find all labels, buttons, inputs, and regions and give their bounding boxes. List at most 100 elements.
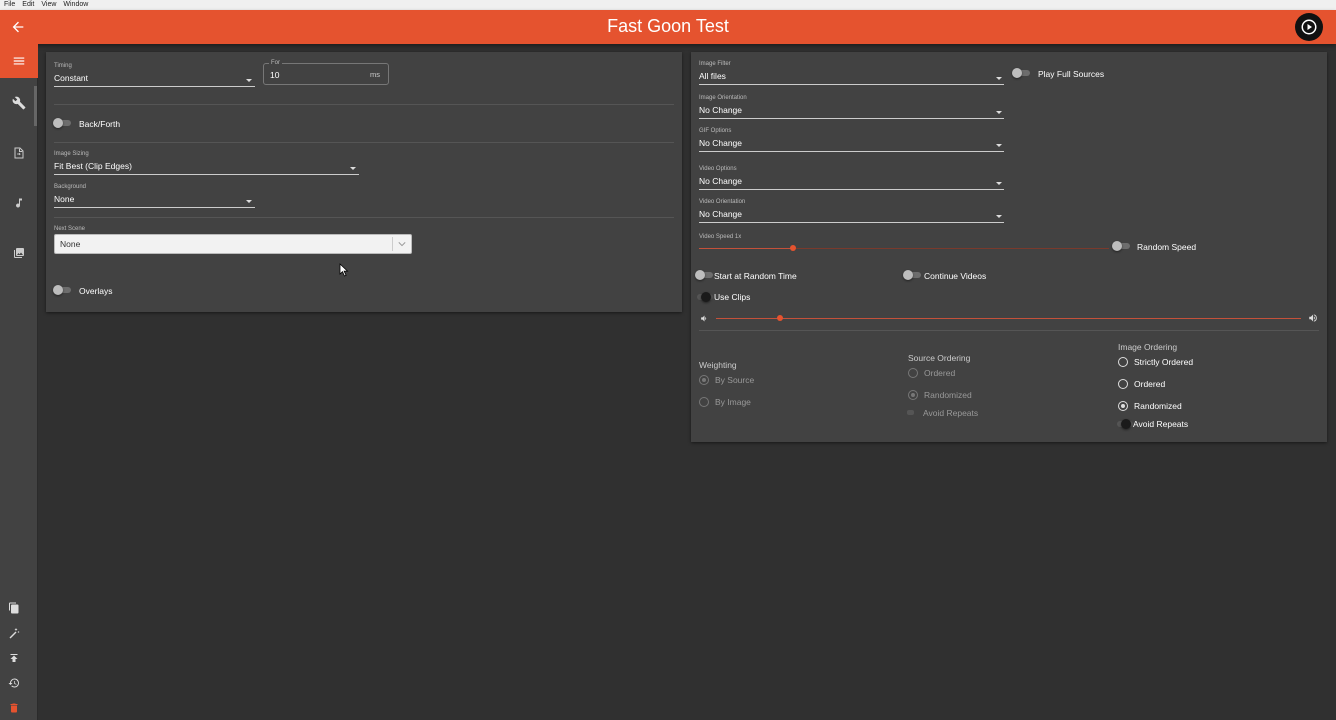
weighting-title: Weighting	[699, 360, 737, 370]
next-scene-select[interactable]: None	[54, 234, 412, 254]
nav-library[interactable]	[0, 238, 38, 268]
history-icon	[8, 678, 19, 688]
image-orientation-dropdown-icon	[996, 111, 1002, 114]
background-select[interactable]: None	[54, 191, 255, 208]
image-orientation-select[interactable]: No Change	[699, 102, 1004, 119]
menu-view[interactable]: View	[41, 0, 56, 10]
source-avoid-repeats-toggle[interactable]	[907, 410, 914, 415]
side-drawer	[0, 44, 38, 720]
gif-options-select[interactable]: No Change	[699, 135, 1004, 152]
video-options-label: Video Options	[699, 166, 737, 172]
weighting-by-image-label: By Image	[715, 397, 751, 407]
video-speed-thumb[interactable]	[790, 245, 797, 251]
for-label: For	[269, 60, 282, 66]
image-avoid-repeats-toggle[interactable]	[1115, 419, 1135, 429]
copy-icon	[9, 602, 19, 614]
nav-options[interactable]	[0, 88, 38, 118]
image-sizing-label: Image Sizing	[54, 151, 89, 157]
volume-track	[716, 318, 1301, 319]
chevron-down-icon	[398, 242, 406, 247]
continue-videos-label: Continue Videos	[924, 271, 987, 281]
random-speed-toggle[interactable]	[1112, 241, 1132, 251]
divider	[54, 217, 674, 218]
next-scene-separator	[392, 237, 393, 251]
for-unit: ms	[370, 70, 380, 79]
image-sizing-dropdown-icon	[350, 167, 356, 170]
gif-options-dropdown-icon	[996, 144, 1002, 147]
weighting-by-image-radio[interactable]	[699, 397, 709, 407]
image-ordering-ordered-label: Ordered	[1134, 379, 1166, 389]
app-bar: Fast Goon Test	[0, 10, 1336, 44]
page-title: Fast Goon Test	[607, 16, 729, 36]
divider	[54, 142, 674, 143]
divider	[699, 330, 1319, 331]
delete-button[interactable]	[6, 700, 22, 716]
video-orientation-value: No Change	[699, 209, 743, 219]
timing-value: Constant	[54, 73, 89, 83]
use-clips-toggle[interactable]	[695, 292, 715, 302]
back-forth-toggle[interactable]	[53, 118, 73, 128]
use-clips-label: Use Clips	[714, 292, 751, 302]
play-button[interactable]	[1295, 13, 1323, 41]
image-filter-label: Image Filter	[699, 61, 731, 67]
video-orientation-label: Video Orientation	[699, 199, 746, 205]
image-ordering-title: Image Ordering	[1118, 342, 1178, 352]
next-scene-value: None	[60, 239, 81, 249]
volume-slider[interactable]	[716, 314, 1301, 322]
next-scene-label: Next Scene	[54, 226, 86, 232]
image-avoid-repeats-label: Avoid Repeats	[1133, 419, 1189, 429]
video-options-underline	[699, 189, 1004, 190]
continue-videos-toggle[interactable]	[903, 270, 923, 280]
nav-sources[interactable]	[0, 138, 38, 168]
background-dropdown-icon	[246, 200, 252, 203]
image-orientation-value: No Change	[699, 105, 743, 115]
overlays-toggle[interactable]	[53, 285, 73, 295]
video-orientation-dropdown-icon	[996, 215, 1002, 218]
image-ordering-randomized-radio[interactable]	[1118, 401, 1128, 411]
video-options-value: No Change	[699, 176, 743, 186]
upload-button[interactable]	[6, 650, 22, 666]
image-sizing-select[interactable]: Fit Best (Clip Edges)	[54, 158, 359, 175]
divider	[54, 104, 674, 105]
video-orientation-underline	[699, 222, 1004, 223]
image-filter-select[interactable]: All files	[699, 68, 1004, 85]
start-random-time-label: Start at Random Time	[714, 271, 797, 281]
menu-edit[interactable]: Edit	[22, 0, 34, 10]
video-speed-slider[interactable]	[699, 244, 1109, 252]
image-ordering-randomized-label: Randomized	[1134, 401, 1182, 411]
weighting-by-source-label: By Source	[715, 375, 755, 385]
for-value: 10	[270, 70, 280, 80]
timing-underline	[54, 86, 255, 87]
hamburger-icon	[13, 57, 25, 65]
video-speed-label: Video Speed 1x	[699, 234, 742, 240]
for-field[interactable]: For 10 ms	[263, 60, 389, 85]
menu-file[interactable]: File	[4, 0, 15, 10]
image-filter-value: All files	[699, 71, 726, 81]
play-full-sources-toggle[interactable]	[1012, 68, 1032, 78]
source-ordering-ordered-label: Ordered	[924, 368, 956, 378]
background-underline	[54, 207, 255, 208]
image-ordering-strictly-ordered-radio[interactable]	[1118, 357, 1128, 367]
source-avoid-repeats-label: Avoid Repeats	[923, 408, 979, 418]
image-ordering-ordered-radio[interactable]	[1118, 379, 1128, 389]
source-ordering-randomized-radio[interactable]	[908, 390, 918, 400]
image-filter-dropdown-icon	[996, 77, 1002, 80]
history-button[interactable]	[6, 675, 22, 691]
image-orientation-label: Image Orientation	[699, 95, 747, 101]
menu-button[interactable]	[0, 44, 38, 78]
menu-window[interactable]: Window	[63, 0, 88, 10]
magic-button[interactable]	[6, 625, 22, 641]
source-ordering-ordered-radio[interactable]	[908, 368, 918, 378]
timing-dropdown-icon	[246, 79, 252, 82]
volume-thumb[interactable]	[777, 315, 784, 321]
weighting-by-source-radio[interactable]	[699, 375, 709, 385]
gif-options-label: GIF Options	[699, 128, 732, 134]
video-options-select[interactable]: No Change	[699, 173, 1004, 190]
source-ordering-title: Source Ordering	[908, 353, 971, 363]
copy-button[interactable]	[6, 600, 22, 616]
video-orientation-select[interactable]: No Change	[699, 206, 1004, 223]
nav-audio[interactable]	[0, 188, 38, 218]
play-full-sources-label: Play Full Sources	[1038, 69, 1105, 79]
timing-select[interactable]: Constant	[54, 70, 255, 87]
start-random-time-toggle[interactable]	[695, 270, 715, 280]
